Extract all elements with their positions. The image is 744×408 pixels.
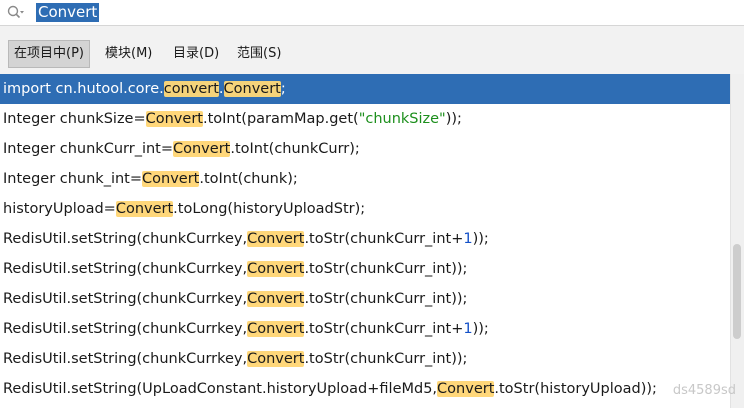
code-text: Integer chunk_int= bbox=[3, 171, 143, 187]
code-text: RedisUtil.setString(chunkCurrkey, bbox=[3, 351, 248, 367]
search-bar: Convert bbox=[0, 0, 744, 26]
code-text: .toInt(paramMap.get( bbox=[202, 111, 359, 127]
number-literal: 1 bbox=[463, 231, 473, 247]
code-text: import cn.hutool.core. bbox=[3, 81, 164, 97]
code-text: RedisUtil.setString(chunkCurrkey, bbox=[3, 321, 248, 337]
scrollbar[interactable] bbox=[730, 74, 744, 408]
code-text: .toStr(chunkCurr_int+ bbox=[304, 321, 464, 337]
result-row[interactable]: historyUpload=Convert.toLong(historyUplo… bbox=[0, 194, 731, 224]
code-text: .toInt(chunk); bbox=[199, 171, 298, 187]
code-text: .toStr(chunkCurr_int)); bbox=[304, 351, 468, 367]
tab-directory[interactable]: 目录(D) bbox=[168, 41, 224, 67]
code-text: .toLong(historyUploadStr); bbox=[173, 201, 366, 217]
code-text: RedisUtil.setString(chunkCurrkey, bbox=[3, 291, 248, 307]
search-icon[interactable] bbox=[7, 5, 25, 21]
match-highlight: Convert bbox=[115, 201, 174, 217]
match-highlight: Convert bbox=[437, 381, 495, 397]
tab-scope[interactable]: 范围(S) bbox=[232, 41, 286, 67]
result-row[interactable]: RedisUtil.setString(chunkCurrkey,Convert… bbox=[0, 254, 731, 284]
code-text: Integer chunkCurr_int= bbox=[3, 141, 173, 157]
watermark: ds4589sd bbox=[672, 383, 736, 398]
search-input[interactable]: Convert bbox=[36, 3, 100, 22]
result-row[interactable]: Integer chunk_int=Convert.toInt(chunk); bbox=[0, 164, 731, 194]
code-text: RedisUtil.setString(chunkCurrkey, bbox=[3, 231, 248, 247]
tab-module[interactable]: 模块(M) bbox=[100, 41, 157, 67]
code-text: .toInt(chunkCurr); bbox=[230, 141, 360, 157]
match-highlight: convert bbox=[163, 81, 219, 97]
code-text: RedisUtil.setString(UpLoadConstant.histo… bbox=[3, 381, 438, 397]
match-highlight: Convert bbox=[145, 111, 203, 127]
result-row[interactable]: RedisUtil.setString(chunkCurrkey,Convert… bbox=[0, 314, 731, 344]
match-highlight: Convert bbox=[247, 291, 305, 307]
scope-tabs: 在项目中(P) 模块(M) 目录(D) 范围(S) bbox=[0, 26, 744, 75]
result-row[interactable]: RedisUtil.setString(chunkCurrkey,Convert… bbox=[0, 224, 731, 254]
code-text: .toStr(chunkCurr_int)); bbox=[304, 291, 468, 307]
code-text: .toStr(historyUpload)); bbox=[494, 381, 657, 397]
code-text: historyUpload= bbox=[3, 201, 116, 217]
match-highlight: Convert bbox=[142, 171, 200, 187]
code-text: .toStr(chunkCurr_int+ bbox=[304, 231, 464, 247]
match-highlight: Convert bbox=[247, 351, 305, 367]
result-row[interactable]: RedisUtil.setString(chunkCurrkey,Convert… bbox=[0, 284, 731, 314]
result-row[interactable]: Integer chunkSize=Convert.toInt(paramMap… bbox=[0, 104, 731, 134]
match-highlight: Convert bbox=[173, 141, 231, 157]
scroll-thumb[interactable] bbox=[733, 244, 741, 339]
result-row[interactable]: import cn.hutool.core.convert.Convert; bbox=[0, 74, 731, 104]
match-highlight: Convert bbox=[247, 261, 305, 277]
result-row[interactable]: RedisUtil.setString(chunkCurrkey,Convert… bbox=[0, 344, 731, 374]
result-row[interactable]: Integer chunkCurr_int=Convert.toInt(chun… bbox=[0, 134, 731, 164]
code-text: Integer chunkSize= bbox=[3, 111, 146, 127]
code-text: ; bbox=[280, 81, 286, 97]
number-literal: 1 bbox=[463, 321, 473, 337]
results-list: import cn.hutool.core.convert.Convert; In… bbox=[0, 74, 731, 404]
code-text: )); bbox=[472, 321, 489, 337]
string-literal: "chunkSize" bbox=[358, 111, 446, 127]
code-text: .toStr(chunkCurr_int)); bbox=[304, 261, 468, 277]
match-highlight: Convert bbox=[247, 321, 305, 337]
match-highlight: Convert bbox=[247, 231, 305, 247]
code-text: )); bbox=[472, 231, 489, 247]
code-text: )); bbox=[445, 111, 462, 127]
tab-in-project[interactable]: 在项目中(P) bbox=[8, 40, 90, 68]
code-text: . bbox=[218, 81, 224, 97]
result-row[interactable]: RedisUtil.setString(UpLoadConstant.histo… bbox=[0, 374, 731, 404]
code-text: RedisUtil.setString(chunkCurrkey, bbox=[3, 261, 248, 277]
match-highlight: Convert bbox=[223, 81, 281, 97]
